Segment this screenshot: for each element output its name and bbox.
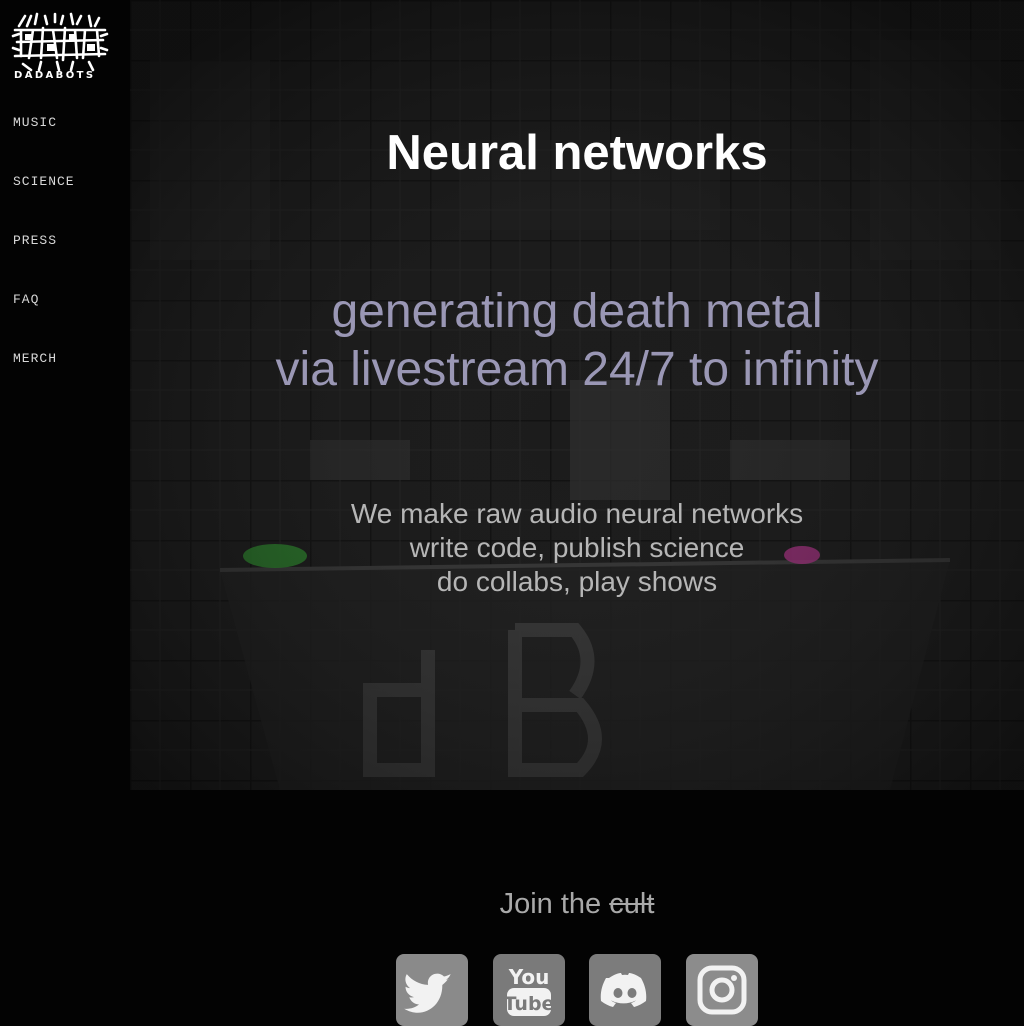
discord-link[interactable]: [589, 954, 661, 1026]
nav-faq[interactable]: FAQ: [13, 292, 39, 307]
tagline-line-1: generating death metal: [331, 285, 823, 338]
hero-tagline: generating death metal via livestream 24…: [130, 283, 1024, 399]
twitter-link[interactable]: [396, 954, 468, 1026]
nav-press[interactable]: PRESS: [13, 233, 57, 248]
dadabots-logo-glyph: [11, 12, 109, 72]
nav-music[interactable]: MUSIC: [13, 115, 57, 130]
description-line-1: We make raw audio neural networks: [350, 498, 804, 529]
join-struck-word: cult: [609, 888, 655, 920]
hero-description: We make raw audio neural networks write …: [130, 497, 1024, 599]
join-heading: Join the cult: [130, 888, 1024, 921]
nav-merch[interactable]: MERCH: [13, 351, 57, 366]
discord-icon: [600, 973, 647, 1007]
dadabots-logo[interactable]: DADABOTS: [11, 12, 109, 84]
instagram-icon: [697, 965, 747, 1015]
svg-text:You: You: [508, 965, 550, 989]
join-prefix: Join the: [499, 888, 602, 920]
instagram-link[interactable]: [686, 954, 758, 1026]
hero-section: Neural networks generating death metal v…: [130, 0, 1024, 790]
svg-text:Tube: Tube: [504, 993, 555, 1015]
tagline-line-2: via livestream 24/7 to infinity: [275, 343, 879, 396]
sidebar: DADABOTS MUSIC SCIENCE PRESS FAQ MERCH: [0, 0, 130, 1024]
nav-science[interactable]: SCIENCE: [13, 174, 75, 189]
youtube-icon: You Tube: [504, 965, 555, 1016]
twitter-icon: [404, 973, 452, 1013]
page-title: Neural networks: [386, 126, 768, 180]
youtube-link[interactable]: You Tube: [493, 954, 565, 1026]
description-line-3: do collabs, play shows: [436, 566, 718, 597]
description-line-2: write code, publish science: [409, 532, 745, 563]
logo-text: DADABOTS: [14, 70, 96, 81]
